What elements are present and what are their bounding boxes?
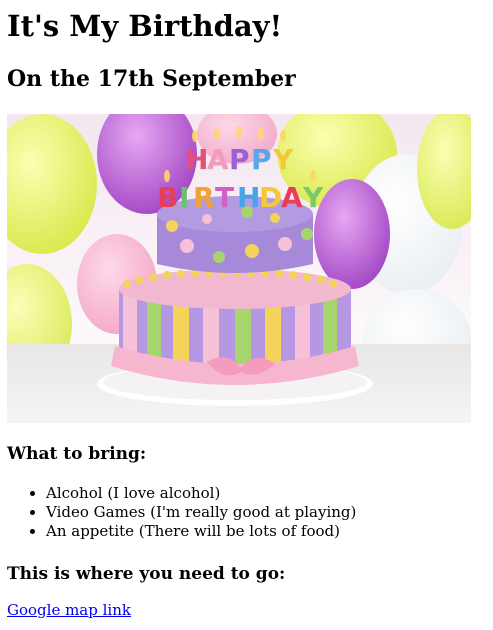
svg-text:P: P — [229, 143, 250, 176]
svg-text:Y: Y — [272, 143, 294, 176]
svg-text:B: B — [157, 181, 178, 214]
directions-heading: This is where you need to go: — [7, 564, 286, 584]
svg-text:Y: Y — [302, 181, 324, 214]
bring-list: Alcohol (I love alcohol) Video Games (I'… — [7, 484, 356, 541]
page-title: It's My Birthday! — [7, 9, 283, 43]
page: It's My Birthday! On the 17th September — [0, 0, 493, 630]
birthday-cake-image: H A P P Y B I R T H D A Y — [7, 114, 471, 423]
svg-text:P: P — [251, 143, 272, 176]
google-map-link[interactable]: Google map link — [7, 600, 131, 620]
svg-text:A: A — [281, 181, 303, 214]
svg-text:D: D — [259, 181, 282, 214]
list-item: Video Games (I'm really good at playing) — [46, 503, 356, 522]
svg-text:H: H — [237, 181, 260, 214]
svg-text:T: T — [215, 181, 234, 214]
list-item: Alcohol (I love alcohol) — [46, 484, 356, 503]
bring-heading: What to bring: — [7, 444, 147, 464]
svg-text:R: R — [193, 181, 215, 214]
svg-text:A: A — [207, 143, 229, 176]
page-subtitle: On the 17th September — [7, 66, 296, 92]
svg-text:H: H — [185, 143, 208, 176]
svg-text:I: I — [179, 181, 189, 214]
list-item: An appetite (There will be lots of food) — [46, 522, 356, 541]
